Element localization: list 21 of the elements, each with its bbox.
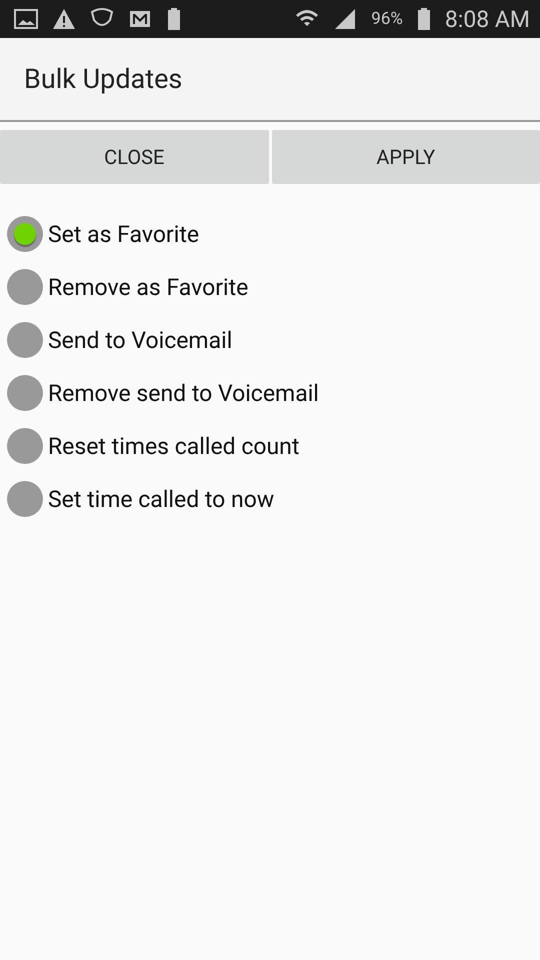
dialog-title: Bulk Updates	[24, 63, 182, 95]
option-label[interactable]: Remove as Favorite	[48, 274, 248, 300]
clock: 8:08 AM	[444, 6, 530, 32]
battery-percent: 96%	[371, 9, 403, 29]
radio-button[interactable]	[7, 216, 43, 252]
warning-icon	[52, 7, 76, 31]
dialog-button[interactable]: APPLY	[272, 130, 540, 184]
battery-icon	[416, 7, 431, 31]
option-label[interactable]: Remove send to Voicemail	[48, 380, 319, 406]
radio-button[interactable]	[7, 428, 43, 464]
dialog-button[interactable]: CLOSE	[0, 130, 268, 184]
option-label[interactable]: Set time called to now	[48, 486, 274, 512]
signal-icon	[333, 7, 358, 31]
radio-button[interactable]	[7, 375, 43, 411]
radio-button[interactable]	[7, 269, 43, 305]
radio-button[interactable]	[7, 481, 43, 517]
image-icon	[14, 7, 38, 31]
option-label[interactable]: Reset times called count	[48, 432, 300, 460]
option-label[interactable]: Set as Favorite	[48, 220, 200, 248]
option-label[interactable]: Send to Voicemail	[48, 326, 232, 354]
radio-button[interactable]	[7, 322, 43, 358]
